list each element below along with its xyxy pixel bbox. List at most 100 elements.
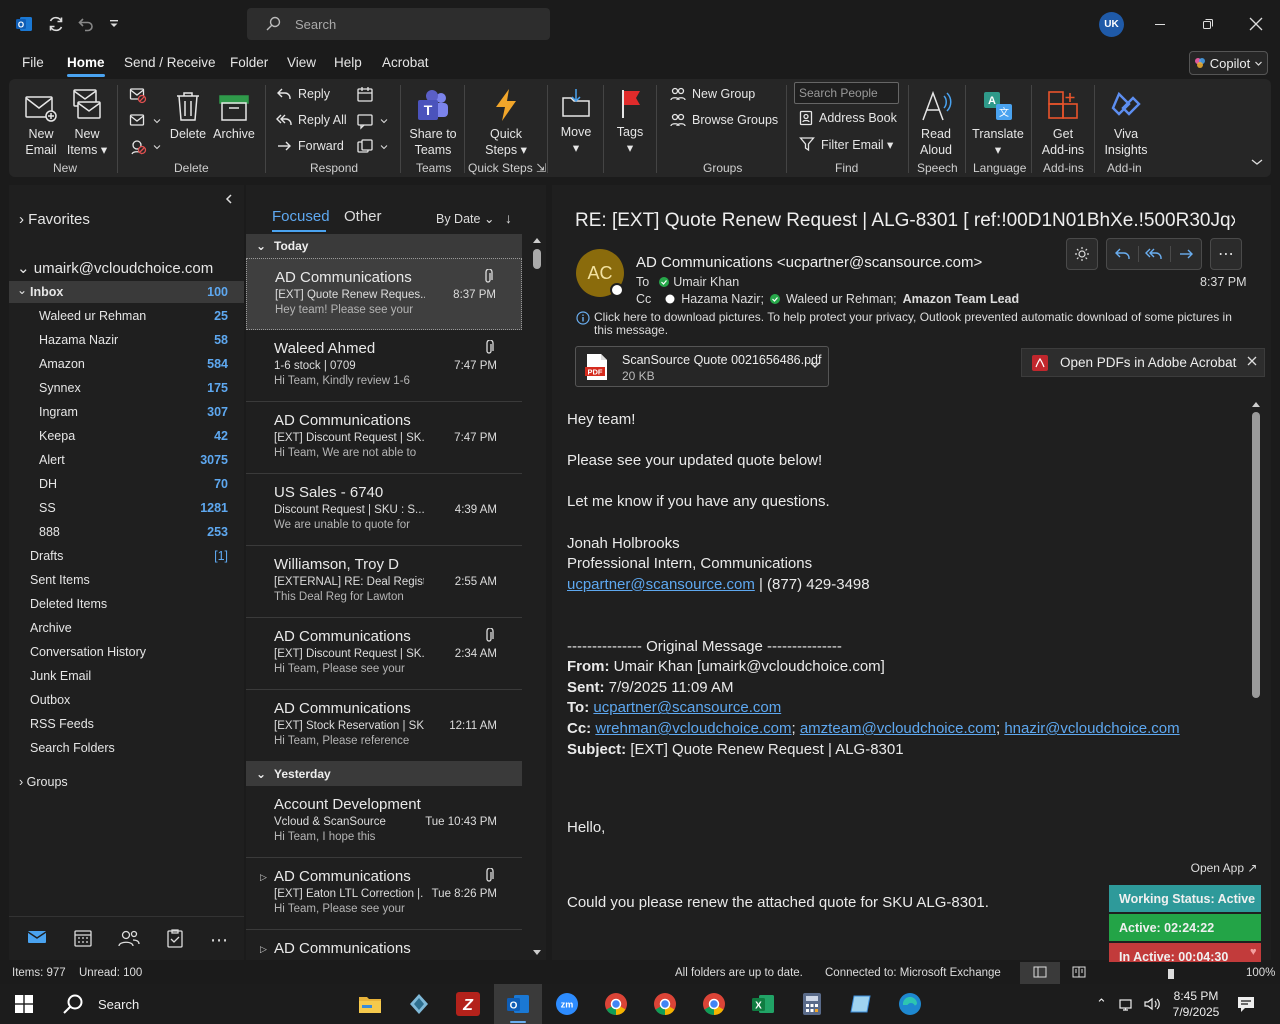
calculator-icon[interactable] [792,988,832,1020]
orig-to-link[interactable]: ucpartner@scansource.com [593,699,781,716]
excel-icon[interactable]: X [743,988,783,1020]
filezilla-icon[interactable]: Z [448,988,488,1020]
copilot-button[interactable]: Copilot [1189,51,1268,75]
ignore-button[interactable] [129,86,147,104]
zoom-icon[interactable]: zm [547,988,587,1020]
browse-groups-button[interactable]: Browse Groups [670,112,778,128]
read-aloud-button[interactable]: Read Aloud [914,86,958,158]
chrome-icon-1[interactable] [596,988,636,1020]
tab-focused[interactable]: Focused [272,208,330,225]
message-item[interactable]: AD Communications [EXT] Quote Renew Reque… [246,258,522,330]
network-icon[interactable] [1118,996,1136,1012]
get-addins-button[interactable]: Get Add-ins [1038,86,1088,158]
folder-search-folders[interactable]: Search Folders [30,741,115,755]
junk-button[interactable] [129,138,161,156]
app-diamond-icon[interactable] [399,988,439,1020]
clock[interactable]: 8:45 PM 7/9/2025 [1166,988,1226,1020]
more-respond-button[interactable] [356,138,388,156]
quick-steps-button[interactable]: Quick Steps ▾ [478,86,534,158]
minimize-button[interactable] [1145,12,1175,36]
message-item[interactable]: Williamson, Troy D [EXTERNAL] RE: Deal Re… [246,546,522,618]
reply-all-button[interactable]: Reply All [276,112,347,128]
filter-email-button[interactable]: Filter Email ▾ [799,136,893,152]
message-item[interactable]: US Sales - 6740 Discount Request | SKU : … [246,474,522,546]
search-input[interactable]: Search [247,8,550,40]
attachment-card[interactable]: PDF ScanSource Quote 0021656486.pdf 20 K… [575,346,829,387]
taskbar-search[interactable]: Search [52,988,202,1020]
calendar-module-icon[interactable] [73,928,93,948]
group-header-today[interactable]: ⌄ Today [246,234,522,258]
more-actions-icon[interactable]: ⋯ [1210,238,1242,270]
address-book-button[interactable]: Address Book [799,110,897,126]
chrome-icon-3[interactable] [694,988,734,1020]
chevron-down-icon[interactable] [810,361,820,369]
recipient-umair[interactable]: Umair Khan [659,275,739,289]
folder-ingram[interactable]: Ingram 307 [9,403,244,423]
viva-insights-button[interactable]: Viva Insights [1102,86,1150,158]
cc-hazama[interactable]: Hazama Nazir; [681,292,764,306]
message-item[interactable]: AD Communications [EXT] Discount Request … [246,618,522,690]
notifications-icon[interactable] [1236,995,1256,1013]
message-item[interactable]: Waleed Ahmed 1-6 stock | 0709 Hi Team, Kin… [246,330,522,402]
theme-toggle-button[interactable] [1066,238,1098,270]
orig-cc-link-3[interactable]: hnazir@vcloudchoice.com [1004,720,1179,737]
sort-by-date-dropdown[interactable]: By Date ⌄ [436,211,494,226]
tab-home[interactable]: Home [67,55,105,70]
message-list-scrollbar[interactable] [531,235,543,960]
tab-file[interactable]: File [22,55,44,70]
edge-icon[interactable] [890,988,930,1020]
groups-header[interactable]: › Groups [19,775,68,789]
folder-synnex[interactable]: Synnex 175 [9,379,244,399]
close-banner-icon[interactable] [1246,355,1258,367]
new-items-button[interactable]: New Items ▾ [66,86,108,158]
signature-email-link[interactable]: ucpartner@scansource.com [567,576,755,593]
cleanup-button[interactable] [129,112,161,130]
account-header[interactable]: ⌄ umairk@vcloudchoice.com [17,259,213,277]
reading-view-button[interactable] [1072,966,1086,978]
folder-inbox[interactable]: ⌄ Inbox 100 [9,281,244,303]
message-item[interactable]: AD Communications [EXT] Stock Reservation… [246,690,522,762]
ribbon-collapse-icon[interactable] [1250,157,1264,167]
group-header-yesterday[interactable]: ⌄ Yesterday [246,762,522,786]
tags-button[interactable]: Tags ▾ [612,84,648,156]
reply-icon[interactable] [1107,246,1138,262]
translate-button[interactable]: A文 Translate ▾ [972,86,1024,158]
tab-help[interactable]: Help [334,55,362,70]
folder-archive[interactable]: Archive [30,621,72,635]
message-item[interactable]: ▷ AD Communications [246,930,522,960]
tab-send-receive[interactable]: Send / Receive [124,55,216,70]
folder-alert[interactable]: Alert 3075 [9,451,244,471]
notes-app-icon[interactable] [841,988,881,1020]
folder-rss-feeds[interactable]: RSS Feeds [30,717,94,731]
close-button[interactable] [1241,12,1271,36]
folder-keepa[interactable]: Keepa 42 [9,427,244,447]
zoom-slider-thumb[interactable] [1168,969,1174,979]
mail-module-icon[interactable] [27,929,47,945]
move-button[interactable]: Move ▾ [556,84,596,156]
folder-hazama-nazir[interactable]: Hazama Nazir 58 [9,331,244,351]
reply-button[interactable]: Reply [276,86,330,102]
folder-888[interactable]: 888 253 [9,523,244,543]
archive-button[interactable]: Archive [212,86,256,142]
people-module-icon[interactable] [118,928,140,948]
delete-button[interactable]: Delete [168,86,208,142]
acrobat-banner[interactable]: Open PDFs in Adobe Acrobat [1021,348,1265,377]
tab-acrobat[interactable]: Acrobat [382,55,429,70]
customize-toolbar-icon[interactable] [102,12,126,36]
folder-ss[interactable]: SS 1281 [9,499,244,519]
start-button[interactable] [4,988,44,1020]
orig-cc-link-2[interactable]: amzteam@vcloudchoice.com [800,720,996,737]
sync-icon[interactable] [44,12,68,36]
message-item[interactable]: AD Communications [EXT] Discount Request … [246,402,522,474]
sender-address[interactable]: AD Communications <ucpartner@scansource.… [636,254,982,271]
share-to-teams-button[interactable]: T Share to Teams [407,86,459,158]
folder-conversation-history[interactable]: Conversation History [30,645,146,659]
folder-waleed-ur-rehman[interactable]: Waleed ur Rehman 25 [9,307,244,327]
collapse-pane-icon[interactable] [224,193,234,205]
show-hidden-icons[interactable]: ⌃ [1096,996,1107,1012]
download-pictures-infobar[interactable]: Click here to download pictures. To help… [576,311,1236,337]
folder-dh[interactable]: DH 70 [9,475,244,495]
meeting-button[interactable] [356,86,374,104]
folder-drafts[interactable]: Drafts [1] [30,549,228,563]
folder-outbox[interactable]: Outbox [30,693,70,707]
